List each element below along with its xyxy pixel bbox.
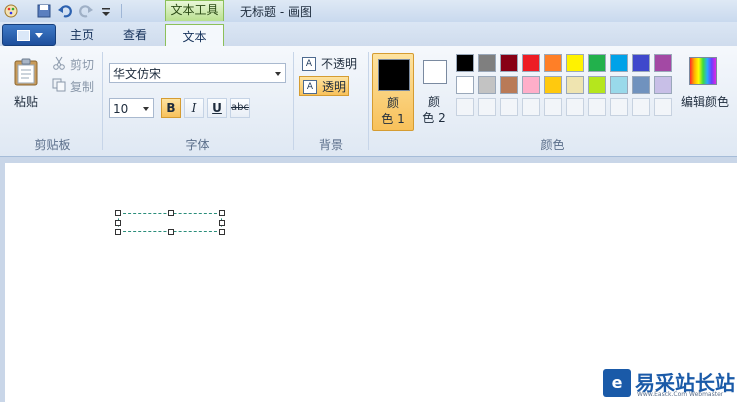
palette-swatch[interactable] <box>478 76 496 94</box>
transparent-label: 透明 <box>322 80 347 94</box>
chevron-down-icon <box>35 33 43 38</box>
palette-swatch[interactable] <box>456 54 474 72</box>
background-group-label: 背景 <box>318 138 343 152</box>
color1-button[interactable]: 颜 色 1 <box>372 53 414 131</box>
color2-label-line2: 色 2 <box>422 111 446 125</box>
transparent-icon: A <box>303 80 317 94</box>
tab-view[interactable]: 查看 <box>116 26 154 46</box>
palette-swatch[interactable] <box>588 76 606 94</box>
color2-button[interactable]: 颜 色 2 <box>414 53 456 131</box>
palette-swatch[interactable] <box>566 54 584 72</box>
opaque-label: 不透明 <box>321 57 358 71</box>
scissors-icon <box>53 56 65 70</box>
customize-quick-access-icon[interactable] <box>98 3 114 19</box>
undo-icon[interactable] <box>57 3 73 19</box>
palette-swatch[interactable] <box>632 98 650 116</box>
group-separator <box>102 52 103 150</box>
resize-handle-right[interactable] <box>219 220 225 226</box>
menu-document-icon <box>17 30 30 41</box>
ribbon-tab-row: 主页 查看 <box>0 22 737 47</box>
transparent-option[interactable]: A 透明 <box>299 76 349 96</box>
site-watermark: e 易采站长站 Www.Easck.Com Webmaster <box>603 367 737 402</box>
paint-app-icon[interactable] <box>3 3 19 19</box>
window-title: 无标题 - 画图 <box>240 5 312 19</box>
palette-swatch[interactable] <box>566 98 584 116</box>
resize-handle-bottom[interactable] <box>168 229 174 235</box>
font-size-value: 10 <box>113 102 129 116</box>
resize-handle-bottom-left[interactable] <box>115 229 121 235</box>
bold-button[interactable]: B <box>161 98 181 118</box>
opaque-icon: A <box>302 57 316 71</box>
paint-menu-button[interactable] <box>2 24 56 46</box>
palette-swatch[interactable] <box>588 54 606 72</box>
palette-swatch[interactable] <box>610 76 628 94</box>
palette-swatch[interactable] <box>544 54 562 72</box>
resize-handle-bottom-right[interactable] <box>219 229 225 235</box>
color2-label-line1: 颜 <box>427 95 440 109</box>
resize-handle-left[interactable] <box>115 220 121 226</box>
tab-text-label: 文本 <box>182 30 207 44</box>
palette-swatch[interactable] <box>522 54 540 72</box>
font-family-value: 华文仿宋 <box>113 67 162 81</box>
copy-icon <box>52 78 66 92</box>
text-tools-context-label: 文本工具 <box>165 0 224 21</box>
palette-swatch[interactable] <box>566 76 584 94</box>
tab-text[interactable]: 文本 <box>165 24 224 48</box>
font-family-select[interactable]: 华文仿宋 <box>109 63 286 83</box>
palette-swatch[interactable] <box>654 98 672 116</box>
palette-swatch[interactable] <box>500 98 518 116</box>
quick-access-separator <box>121 4 122 18</box>
strikethrough-button[interactable]: abc <box>230 98 250 118</box>
palette-swatch[interactable] <box>500 54 518 72</box>
color2-swatch <box>423 60 447 84</box>
edit-colors-button[interactable]: 编辑颜色 <box>677 53 733 123</box>
resize-handle-top[interactable] <box>168 210 174 216</box>
underline-button[interactable]: U <box>207 98 227 118</box>
paste-icon[interactable] <box>14 58 38 86</box>
rainbow-icon <box>689 57 717 85</box>
palette-swatch[interactable] <box>632 54 650 72</box>
watermark-subtext: Www.Easck.Com Webmaster <box>637 391 724 398</box>
tab-home[interactable]: 主页 <box>64 26 100 46</box>
opaque-option[interactable]: A 不透明 <box>299 54 359 74</box>
palette-swatch[interactable] <box>610 98 628 116</box>
save-icon[interactable] <box>36 3 52 19</box>
color1-swatch <box>378 59 410 91</box>
palette-swatch[interactable] <box>654 76 672 94</box>
palette-swatch[interactable] <box>544 98 562 116</box>
color1-label-line1: 颜 <box>386 96 399 110</box>
group-separator <box>368 52 369 150</box>
title-bar: 文本工具 无标题 - 画图 <box>0 0 737 22</box>
chevron-down-icon <box>275 72 281 76</box>
colors-group-label: 颜色 <box>540 138 565 152</box>
palette-swatch[interactable] <box>610 54 628 72</box>
palette-swatch[interactable] <box>544 76 562 94</box>
cut-button[interactable]: 剪切 <box>70 56 94 73</box>
watermark-logo-icon: e <box>603 369 631 397</box>
italic-button[interactable]: I <box>184 98 204 118</box>
palette-swatch[interactable] <box>478 98 496 116</box>
clipboard-group-label: 剪贴板 <box>34 138 71 152</box>
edit-colors-label: 编辑颜色 <box>680 95 729 109</box>
redo-icon[interactable] <box>78 3 94 19</box>
palette-swatch[interactable] <box>500 76 518 94</box>
palette-swatch[interactable] <box>456 98 474 116</box>
palette-swatch[interactable] <box>478 54 496 72</box>
palette-swatch[interactable] <box>456 76 474 94</box>
paste-button[interactable]: 粘贴 <box>14 93 38 110</box>
resize-handle-top-left[interactable] <box>115 210 121 216</box>
color-palette <box>456 54 678 118</box>
color1-label-line2: 色 1 <box>381 112 405 126</box>
palette-swatch[interactable] <box>654 54 672 72</box>
group-separator <box>293 52 294 150</box>
palette-swatch[interactable] <box>632 76 650 94</box>
palette-swatch[interactable] <box>522 76 540 94</box>
font-group-label: 字体 <box>185 138 210 152</box>
font-size-select[interactable]: 10 <box>109 98 154 118</box>
resize-handle-top-right[interactable] <box>219 210 225 216</box>
palette-swatch[interactable] <box>522 98 540 116</box>
chevron-down-icon <box>143 107 149 111</box>
palette-swatch[interactable] <box>588 98 606 116</box>
copy-button[interactable]: 复制 <box>70 78 94 95</box>
